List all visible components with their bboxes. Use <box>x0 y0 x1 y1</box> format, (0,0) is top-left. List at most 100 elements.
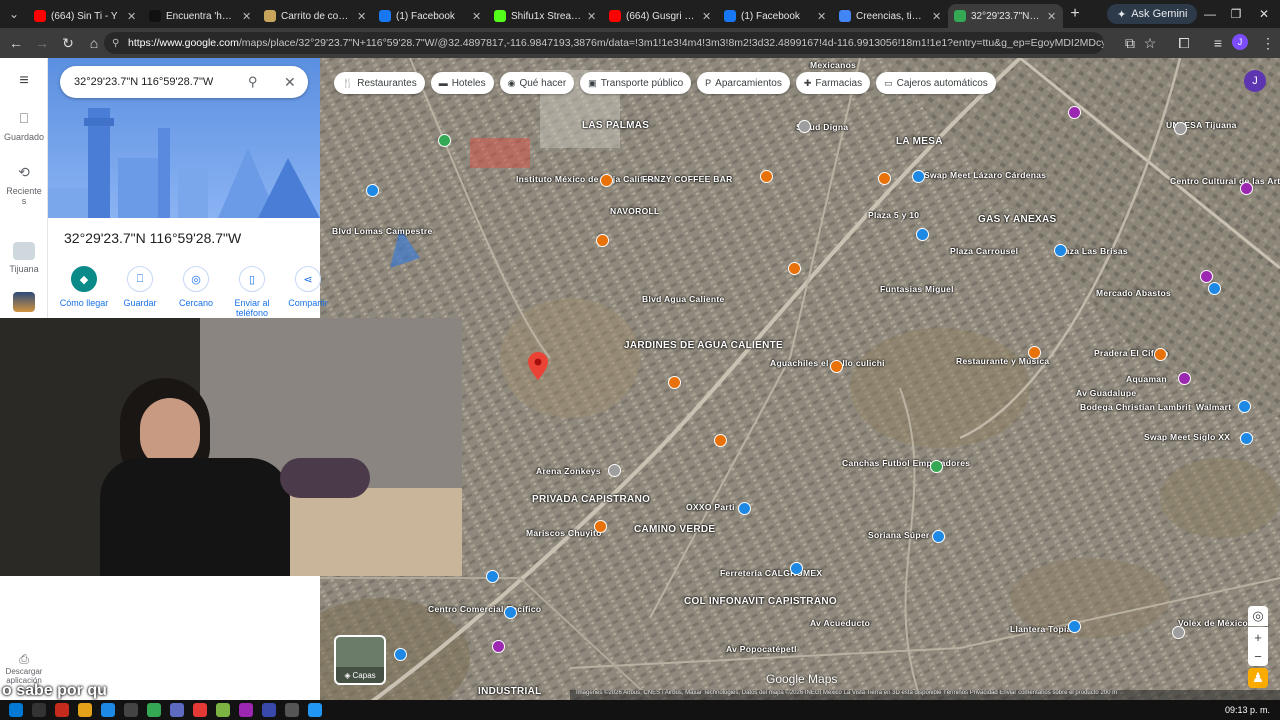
poi-marker-icon[interactable] <box>486 570 499 583</box>
close-tab-icon[interactable]: ✕ <box>242 10 252 23</box>
poi-marker-icon[interactable] <box>1068 620 1081 633</box>
reading-list-icon[interactable]: ≡ <box>1206 31 1230 55</box>
poi-marker-icon[interactable] <box>608 464 621 477</box>
app-icon-10[interactable] <box>308 703 322 717</box>
map-label[interactable]: Volex de México <box>1178 618 1248 628</box>
map-label[interactable]: Av Acueducto <box>810 618 870 628</box>
back-icon[interactable]: ← <box>4 31 28 55</box>
start-icon[interactable] <box>9 703 23 717</box>
map-label[interactable]: Av Popocatépetl <box>726 644 797 654</box>
close-icon[interactable]: ✕ <box>284 74 296 91</box>
map-label[interactable]: Llantera Topia <box>1010 624 1072 634</box>
poi-marker-icon[interactable] <box>1054 244 1067 257</box>
poi-marker-icon[interactable] <box>798 120 811 133</box>
address-bar[interactable]: ⚲ https://www.google.com/maps/place/32°2… <box>104 32 1104 54</box>
map-label[interactable]: GAS Y ANEXAS <box>978 214 1056 225</box>
sidebar-item-tijuana[interactable]: Tijuana <box>0 242 48 274</box>
map-label[interactable]: Aquaman <box>1126 374 1167 384</box>
chip-0[interactable]: 🍴 Restaurantes <box>334 72 425 94</box>
poi-marker-icon[interactable] <box>394 648 407 661</box>
poi-marker-icon[interactable] <box>788 262 801 275</box>
close-tab-icon[interactable]: ✕ <box>357 10 367 23</box>
map-label[interactable]: Canchas Futbol Emperadores <box>842 458 970 468</box>
hamburger-menu-icon[interactable]: ≡ <box>0 72 48 90</box>
tab-0[interactable]: (664) Sin Ti - Y ✕ <box>28 4 143 28</box>
close-tab-icon[interactable]: ✕ <box>817 10 827 23</box>
chip-6[interactable]: ▭ Cajeros automáticos <box>876 72 996 94</box>
close-tab-icon[interactable]: ✕ <box>1047 10 1057 23</box>
satellite-map[interactable]: Mexicanos LAS PALMAS Salud Digna LA MESA UNI… <box>320 58 1280 700</box>
poi-marker-icon[interactable] <box>492 640 505 653</box>
poi-marker-icon[interactable] <box>596 234 609 247</box>
poi-marker-icon[interactable] <box>366 184 379 197</box>
tab-1[interactable]: Encuentra 'hotel a ✕ <box>143 4 258 28</box>
poi-marker-icon[interactable] <box>930 460 943 473</box>
map-label[interactable]: Centro Comercial Pacífico <box>428 604 541 614</box>
chip-2[interactable]: ◉ Qué hacer <box>499 72 575 94</box>
app-icon-8[interactable] <box>262 703 276 717</box>
action-nearby-button[interactable]: ◎ Cercano <box>168 266 224 308</box>
map-label[interactable]: Bodega Christian Lambrit <box>1080 402 1191 412</box>
app-icon-4[interactable] <box>170 703 184 717</box>
map-label[interactable]: Swap Meet Siglo XX <box>1144 432 1230 442</box>
poi-marker-icon[interactable] <box>790 562 803 575</box>
pegman-icon[interactable]: ♟ <box>1248 668 1268 688</box>
map-label[interactable]: Plaza Carrousel <box>950 246 1018 256</box>
poi-marker-icon[interactable] <box>438 134 451 147</box>
map-label[interactable]: Ferretería CALGRUMEX <box>720 568 822 578</box>
map-label[interactable]: Aguachiles el pollo culichi <box>770 358 885 368</box>
map-label[interactable]: Av Guadalupe <box>1076 388 1136 398</box>
poi-marker-icon[interactable] <box>932 530 945 543</box>
poi-marker-icon[interactable] <box>912 170 925 183</box>
map-label[interactable]: PRIVADA CAPISTRANO <box>532 494 650 505</box>
menu-icon[interactable]: ⋮ <box>1256 31 1280 55</box>
close-tab-icon[interactable]: ✕ <box>932 10 942 23</box>
action-bookmark-button[interactable]: ⎕ Guardar <box>112 266 168 308</box>
map-label[interactable]: Funtasias Miguel <box>880 284 954 294</box>
poi-marker-icon[interactable] <box>1208 282 1221 295</box>
map-label[interactable]: Blvd Lomas Campestre <box>332 226 432 236</box>
map-label[interactable]: Centro Cultural de las Artes Tijuana <box>1170 176 1280 186</box>
layers-button[interactable]: ◈ Capas <box>334 635 386 685</box>
chip-1[interactable]: ▬ Hoteles <box>430 72 494 94</box>
chip-4[interactable]: P Aparcamientos <box>697 72 790 94</box>
map-label[interactable]: CAMINO VERDE <box>634 524 715 535</box>
app-icon-9[interactable] <box>285 703 299 717</box>
close-window-icon[interactable]: ✕ <box>1250 0 1278 28</box>
reload-icon[interactable]: ↻ <box>56 31 80 55</box>
file-explorer-icon[interactable] <box>78 703 92 717</box>
app-icon-6[interactable] <box>216 703 230 717</box>
new-tab-button[interactable]: + <box>1063 5 1087 23</box>
map-label[interactable]: COL INFONAVIT CAPISTRANO <box>684 596 837 607</box>
poi-marker-icon[interactable] <box>738 502 751 515</box>
search-box[interactable]: 32°29'23.7"N 116°59'28.7"W ⚲ ✕ <box>60 66 308 98</box>
restore-icon[interactable]: ❐ <box>1222 0 1250 28</box>
location-pin-icon[interactable] <box>528 352 548 380</box>
action-directions-button[interactable]: ◆ Cómo llegar <box>56 266 112 308</box>
tab-search-icon[interactable]: ⌄ <box>0 0 28 28</box>
zoom-out-button[interactable]: − <box>1248 646 1268 666</box>
sidebar-item-recent[interactable]: ⟲ Recientes <box>0 164 48 206</box>
map-label[interactable]: Walmart <box>1196 402 1231 412</box>
map-label[interactable]: Blvd Agua Caliente <box>642 294 725 304</box>
close-tab-icon[interactable]: ✕ <box>472 10 482 23</box>
map-label[interactable]: Arena Zonkeys <box>536 466 601 476</box>
map-label[interactable]: NAVOROLL <box>610 206 659 216</box>
tab-5[interactable]: (664) Gusgri regal ✕ <box>603 4 718 28</box>
chip-3[interactable]: ▣ Transporte público <box>580 72 692 94</box>
poi-marker-icon[interactable] <box>1028 346 1041 359</box>
map-label[interactable]: Plaza 5 y 10 <box>868 210 919 220</box>
download-app-link[interactable]: ⎙ Descargar aplicación <box>0 652 48 685</box>
maps-account-avatar[interactable]: J <box>1244 70 1266 92</box>
tab-2[interactable]: Carrito de compra ✕ <box>258 4 373 28</box>
search-taskbar-icon[interactable] <box>32 703 46 717</box>
search-icon[interactable]: ⚲ <box>248 74 258 90</box>
poi-marker-icon[interactable] <box>1068 106 1081 119</box>
poi-marker-icon[interactable] <box>1240 432 1253 445</box>
action-share-button[interactable]: ⋖ Compartir <box>280 266 336 308</box>
tab-3[interactable]: (1) Facebook ✕ <box>373 4 488 28</box>
zoom-in-button[interactable]: + <box>1248 627 1268 647</box>
my-location-icon[interactable]: ◎ <box>1248 606 1268 626</box>
map-label[interactable]: OXXO Parti <box>686 502 735 512</box>
ask-gemini-button[interactable]: ✦ Ask Gemini <box>1107 4 1198 24</box>
